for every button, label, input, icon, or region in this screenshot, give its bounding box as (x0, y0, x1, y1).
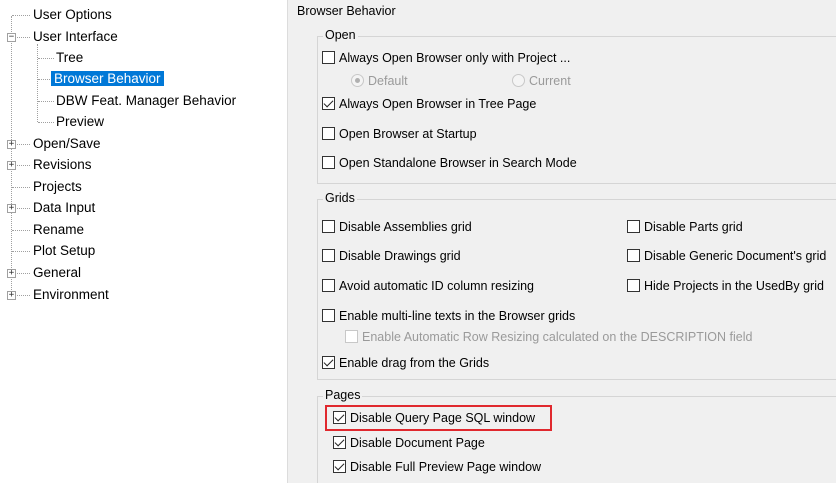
open-standalone-search-checkbox[interactable]: Open Standalone Browser in Search Mode (322, 155, 577, 171)
open-browser-startup-checkbox[interactable]: Open Browser at Startup (322, 126, 477, 142)
checkbox-box (322, 220, 335, 233)
tree-item-browser-behavior[interactable]: Browser Behavior (51, 69, 164, 89)
grids-group-title: Grids (323, 191, 357, 205)
disable-generic-documents-grid-checkbox[interactable]: Disable Generic Document's grid (627, 248, 826, 264)
checkbox-box (627, 249, 640, 262)
tree-item-preview[interactable]: Preview (53, 112, 107, 132)
checkbox-box (333, 436, 346, 449)
tree-item-tree[interactable]: Tree (53, 48, 86, 68)
enable-multiline-texts-checkbox[interactable]: Enable multi-line texts in the Browser g… (322, 308, 575, 324)
tree-child-line (37, 44, 38, 122)
tree-item-revisions[interactable]: Revisions (30, 155, 95, 175)
expand-revisions-icon[interactable]: + (7, 161, 16, 170)
checkbox-box (333, 460, 346, 473)
tree-item-rename[interactable]: Rename (30, 220, 87, 240)
disable-full-preview-window-checkbox[interactable]: Disable Full Preview Page window (333, 459, 541, 475)
expand-general-icon[interactable]: + (7, 269, 16, 278)
enable-drag-from-grids-checkbox[interactable]: Enable drag from the Grids (322, 355, 489, 371)
checkbox-box (333, 411, 346, 424)
checkbox-box (345, 330, 358, 343)
always-open-with-project-checkbox[interactable]: Always Open Browser only with Project ..… (322, 50, 570, 66)
tree-item-user-interface[interactable]: User Interface (30, 27, 121, 47)
tree-item-general[interactable]: General (30, 263, 84, 283)
radio-circle (512, 74, 525, 87)
checkbox-box (322, 356, 335, 369)
tree-item-plot-setup[interactable]: Plot Setup (30, 241, 98, 261)
disable-assemblies-grid-checkbox[interactable]: Disable Assemblies grid (322, 219, 472, 235)
expand-environment-icon[interactable]: + (7, 291, 16, 300)
disable-parts-grid-checkbox[interactable]: Disable Parts grid (627, 219, 743, 235)
expand-data-input-icon[interactable]: + (7, 204, 16, 213)
enable-auto-row-resizing-checkbox[interactable]: Enable Automatic Row Resizing calculated… (345, 329, 752, 345)
panel-title: Browser Behavior (293, 0, 836, 22)
current-radio[interactable]: Current (512, 73, 571, 89)
checkbox-box (627, 279, 640, 292)
default-radio[interactable]: Default (351, 73, 408, 89)
disable-document-page-checkbox[interactable]: Disable Document Page (333, 435, 485, 451)
tree-item-projects[interactable]: Projects (30, 177, 85, 197)
tree-item-data-input[interactable]: Data Input (30, 198, 98, 218)
checkbox-box (322, 309, 335, 322)
options-tree: − + + + + + User Options User Interface … (0, 0, 285, 483)
disable-drawings-grid-checkbox[interactable]: Disable Drawings grid (322, 248, 461, 264)
checkbox-box (322, 249, 335, 262)
checkbox-box (322, 156, 335, 169)
checkbox-box (322, 97, 335, 110)
tree-item-user-options[interactable]: User Options (30, 5, 115, 25)
always-open-tree-page-checkbox[interactable]: Always Open Browser in Tree Page (322, 96, 536, 112)
checkbox-box (627, 220, 640, 233)
tree-item-environment[interactable]: Environment (30, 285, 112, 305)
expand-open-save-icon[interactable]: + (7, 140, 16, 149)
checkbox-box (322, 51, 335, 64)
tree-item-dbw-feat-manager-behavior[interactable]: DBW Feat. Manager Behavior (53, 91, 239, 111)
pages-group-title: Pages (323, 388, 363, 402)
collapse-user-interface-icon[interactable]: − (7, 33, 16, 42)
hide-projects-usedby-checkbox[interactable]: Hide Projects in the UsedBy grid (627, 278, 824, 294)
open-group-title: Open (323, 28, 358, 42)
tree-root-line (11, 16, 12, 298)
avoid-id-column-resizing-checkbox[interactable]: Avoid automatic ID column resizing (322, 278, 534, 294)
checkbox-box (322, 279, 335, 292)
settings-panel: Browser Behavior Open Always Open Browse… (293, 0, 836, 483)
radio-circle (351, 74, 364, 87)
disable-query-sql-window-checkbox[interactable]: Disable Query Page SQL window (333, 410, 535, 426)
checkbox-box (322, 127, 335, 140)
tree-item-open-save[interactable]: Open/Save (30, 134, 104, 154)
